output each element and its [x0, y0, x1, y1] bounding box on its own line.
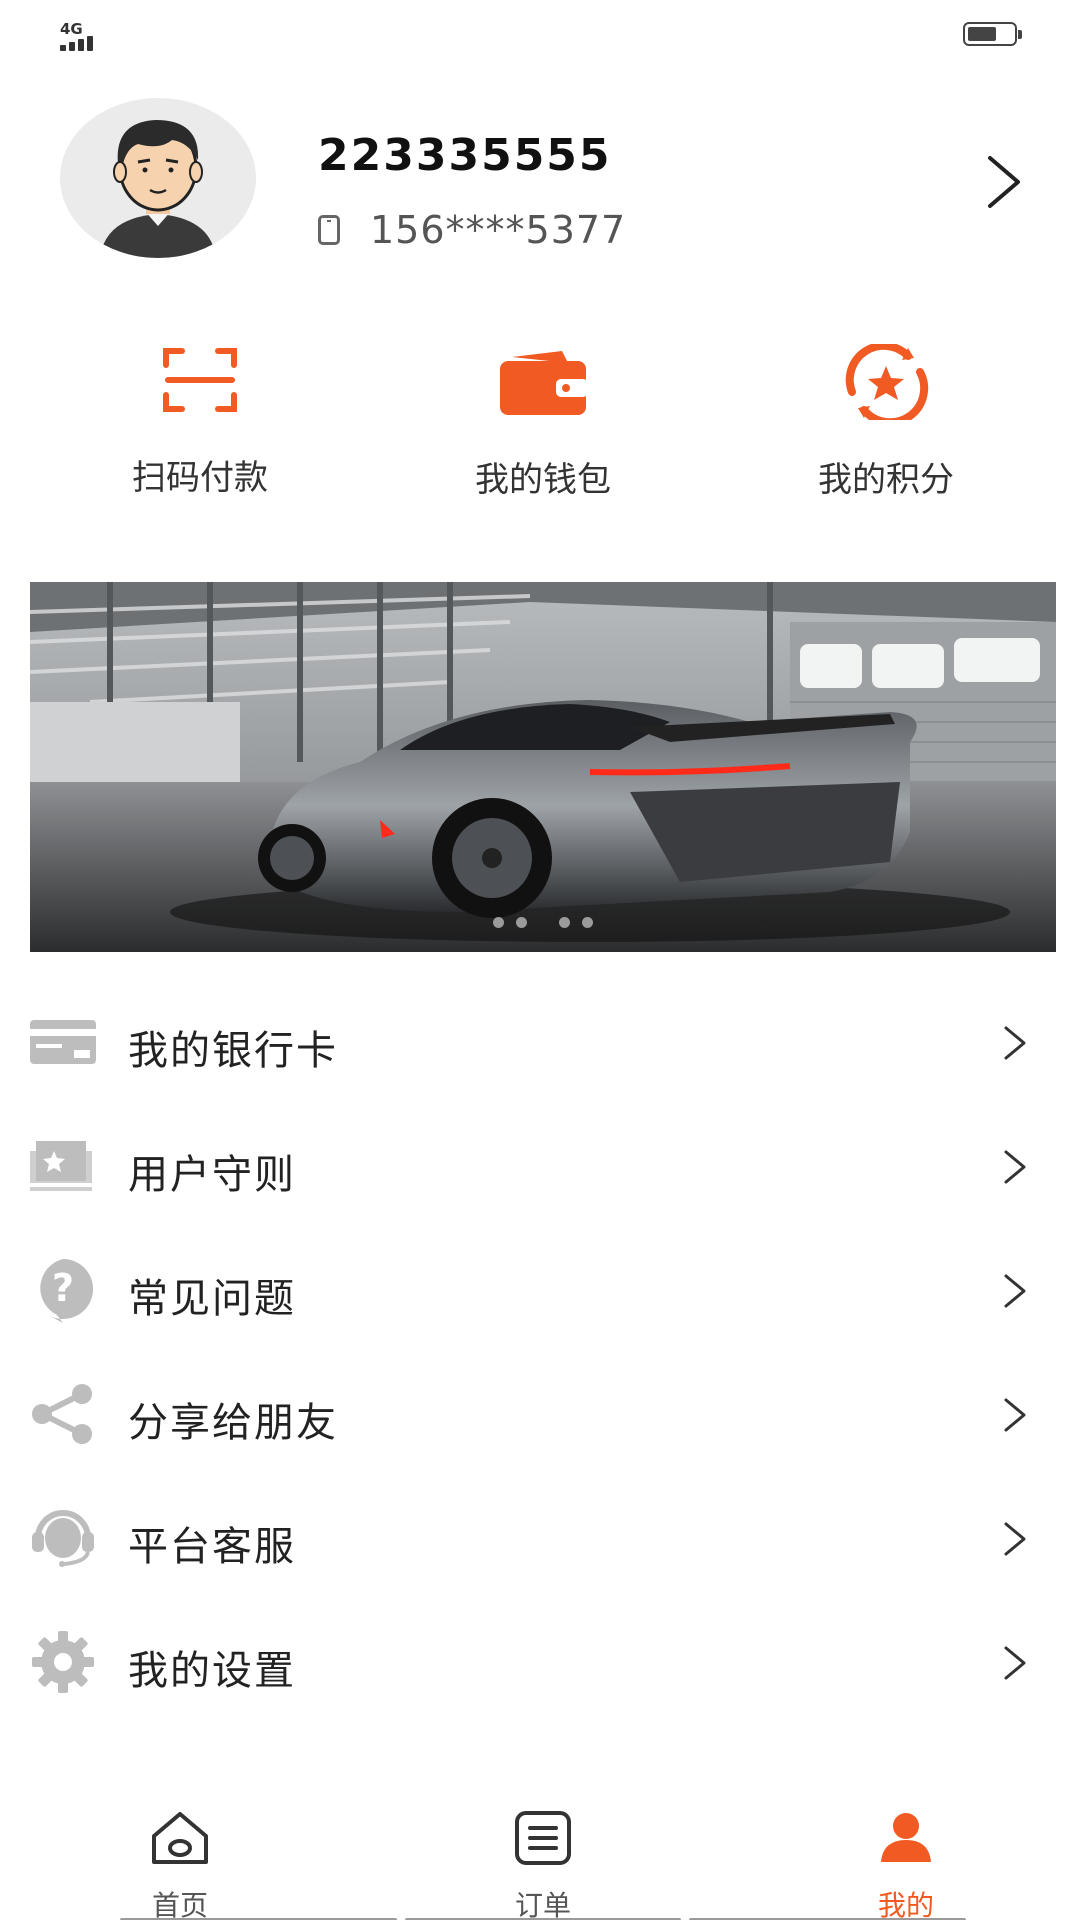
menu-item-settings[interactable]: 我的设置 [0, 1600, 1080, 1724]
chevron-right-icon [1004, 1646, 1026, 1680]
menu-item-share[interactable]: 分享给朋友 [0, 1352, 1080, 1476]
home-icon [152, 1812, 208, 1864]
chevron-right-icon [1004, 1150, 1026, 1184]
bottom-tab-bar: 首页 订单 我的 [0, 1790, 1080, 1920]
tab-profile[interactable]: 我的 [826, 1808, 986, 1920]
menu-item-label: 平台客服 [128, 1524, 296, 1570]
tab-label: 首页 [151, 1889, 208, 1920]
signal-icon: 4G [58, 20, 118, 52]
menu-item-label: 常见问题 [128, 1276, 296, 1322]
orders-icon [515, 1811, 571, 1865]
menu-item-label: 我的设置 [128, 1648, 296, 1694]
scan-icon [163, 348, 237, 412]
user-rules-icon [30, 1141, 96, 1191]
tab-label: 订单 [514, 1889, 571, 1920]
customer-service-icon [32, 1510, 94, 1567]
chevron-right-icon[interactable] [982, 152, 1026, 212]
wallet-icon [500, 351, 588, 415]
scan-pay-button[interactable]: 扫码付款 [100, 330, 300, 499]
quick-action-label: 扫码付款 [132, 458, 268, 498]
menu-item-label: 用户守则 [128, 1152, 296, 1198]
battery-icon [963, 22, 1022, 46]
user-name: 223335555 [318, 130, 612, 181]
quick-action-label: 我的积分 [818, 460, 954, 500]
menu-item-user-rules[interactable]: 用户守则 [0, 1104, 1080, 1228]
menu-item-customer-service[interactable]: 平台客服 [0, 1476, 1080, 1600]
banner-car-image [30, 582, 1056, 952]
phone-number: 156****5377 [370, 208, 627, 252]
quick-action-label: 我的钱包 [475, 460, 611, 500]
svg-text:?: ? [52, 1266, 74, 1310]
menu-item-label: 我的银行卡 [128, 1028, 338, 1074]
promo-banner[interactable] [30, 582, 1056, 952]
points-button[interactable]: 我的积分 [786, 332, 986, 501]
points-icon [845, 344, 929, 420]
menu-item-faq[interactable]: ? 常见问题 [0, 1228, 1080, 1352]
profile-header[interactable]: 223335555 156****5377 [0, 90, 1080, 270]
quick-actions: 扫码付款 我的钱包 我的积分 [0, 330, 1080, 510]
menu-item-bank-card[interactable]: 我的银行卡 [0, 980, 1080, 1104]
wallet-button[interactable]: 我的钱包 [443, 332, 643, 501]
menu-item-label: 分享给朋友 [128, 1400, 338, 1446]
share-icon [32, 1384, 92, 1444]
menu-list: 我的银行卡 用户守则 ? 常见问题 分享给朋友 平台客服 我的设置 [0, 980, 1080, 1724]
tab-orders[interactable]: 订单 [463, 1808, 623, 1920]
tab-home[interactable]: 首页 [100, 1808, 260, 1920]
banner-pagination [30, 917, 1056, 928]
faq-icon: ? [40, 1258, 94, 1323]
bank-card-icon [30, 1020, 96, 1064]
phone-row: 156****5377 [318, 208, 626, 252]
settings-icon [32, 1631, 94, 1693]
status-bar: 4G [0, 0, 1080, 70]
chevron-right-icon [1004, 1522, 1026, 1556]
tab-label: 我的 [877, 1889, 934, 1920]
avatar[interactable] [60, 98, 256, 258]
profile-icon [881, 1813, 931, 1862]
phone-icon [318, 215, 340, 245]
chevron-right-icon [1004, 1398, 1026, 1432]
chevron-right-icon [1004, 1274, 1026, 1308]
chevron-right-icon [1004, 1026, 1026, 1060]
